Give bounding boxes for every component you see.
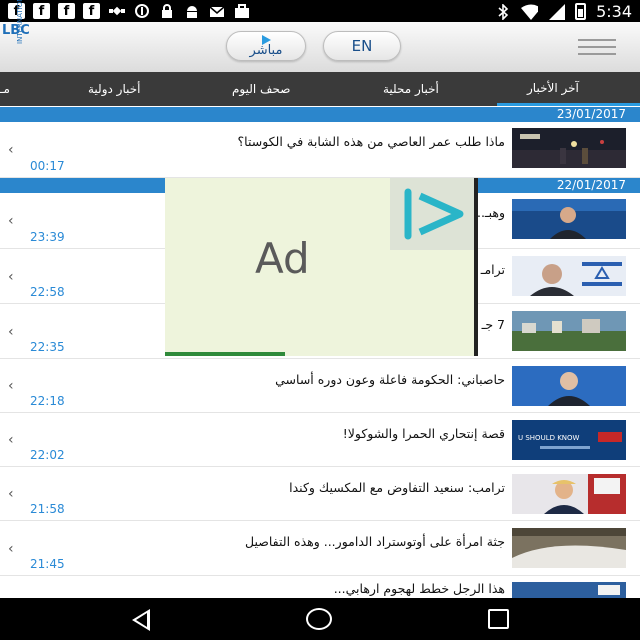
news-title: هذا الرجل خطط لهجوم ارهابي... xyxy=(333,581,505,596)
data-saver-icon xyxy=(133,3,150,19)
date-header: 23/01/2017 xyxy=(0,107,640,122)
chevron-left-icon: ‹ xyxy=(8,540,14,557)
news-title: حاصباني: الحكومة فاعلة وعون دوره أساسي xyxy=(275,372,505,387)
battery-icon xyxy=(575,3,587,20)
news-title: 7 جـ xyxy=(481,317,505,332)
news-title: ترامـ xyxy=(480,262,505,277)
news-thumbnail xyxy=(512,256,626,296)
app-header: LBC INTERNATIONAL مباشر EN xyxy=(0,0,640,72)
news-time: 22:18 xyxy=(30,394,65,408)
status-bar: f f f f 5:34 xyxy=(0,0,640,22)
briefcase-icon xyxy=(233,3,250,19)
news-thumbnail xyxy=(512,128,626,168)
news-title: ترامب: سنعيد التفاوض مع المكسيك وكندا xyxy=(289,480,505,495)
news-thumbnail xyxy=(512,366,626,406)
news-title: ماذا طلب عمر العاصي من هذه الشابة في الك… xyxy=(237,134,506,149)
tab-latest-news[interactable]: آخر الأخبار xyxy=(497,72,640,106)
tab-partial[interactable]: مـ xyxy=(0,72,10,106)
lbc-logo[interactable]: LBC INTERNATIONAL xyxy=(2,0,42,70)
system-nav-bar xyxy=(0,598,640,640)
news-time: 22:58 xyxy=(30,285,65,299)
bluetooth-icon xyxy=(494,3,511,20)
chevron-left-icon: ‹ xyxy=(8,323,14,340)
news-item[interactable]: جثة امرأة على أوتوستراد الدامور... وهذه … xyxy=(0,522,640,576)
chevron-left-icon: ‹ xyxy=(8,141,14,158)
tab-international-news[interactable]: أخبار دولية xyxy=(88,72,141,106)
news-thumbnail xyxy=(512,528,626,568)
news-thumbnail: U SHOULD KNOW xyxy=(512,420,626,460)
satellite-icon xyxy=(108,3,125,19)
news-thumbnail xyxy=(512,311,626,351)
news-item[interactable]: هذا الرجل خطط لهجوم ارهابي... xyxy=(0,577,640,599)
news-item[interactable]: ترامب: سنعيد التفاوض مع المكسيك وكندا 21… xyxy=(0,468,640,521)
facebook-icon: f xyxy=(33,3,50,19)
facebook-icon: f xyxy=(58,3,75,19)
news-thumbnail xyxy=(512,474,626,514)
news-thumbnail xyxy=(512,582,626,598)
hamburger-menu-icon[interactable] xyxy=(578,39,616,57)
news-title: جثة امرأة على أوتوستراد الدامور... وهذه … xyxy=(245,534,505,549)
news-time: 21:58 xyxy=(30,502,65,516)
app-root: f f f f 5:34 LBC INTERNATIONAL مباشر EN … xyxy=(0,0,640,640)
facebook-icon: f xyxy=(83,3,100,19)
lock-icon xyxy=(158,3,175,19)
chevron-left-icon: ‹ xyxy=(8,432,14,448)
ad-label: Ad xyxy=(255,234,310,283)
news-item[interactable]: ماذا طلب عمر العاصي من هذه الشابة في الك… xyxy=(0,122,640,178)
home-icon[interactable] xyxy=(306,608,332,630)
android-icon xyxy=(183,3,200,19)
news-time: 23:39 xyxy=(30,230,65,244)
thumbnail-label: U SHOULD KNOW xyxy=(518,434,580,442)
news-time: 00:17 xyxy=(30,159,65,173)
ad-overlay[interactable]: Ad xyxy=(165,178,478,356)
live-button[interactable]: مباشر xyxy=(226,31,306,61)
tab-today-papers[interactable]: صحف اليوم xyxy=(232,72,290,106)
news-time: 22:35 xyxy=(30,340,65,354)
chevron-left-icon: ‹ xyxy=(8,268,14,285)
chevron-left-icon: ‹ xyxy=(8,378,14,394)
news-time: 21:45 xyxy=(30,557,65,571)
language-button[interactable]: EN xyxy=(323,31,401,61)
category-tabs: مـ أخبار دولية صحف اليوم أخبار محلية آخر… xyxy=(0,72,640,106)
chevron-left-icon: ‹ xyxy=(8,486,14,502)
news-item[interactable]: حاصباني: الحكومة فاعلة وعون دوره أساسي 2… xyxy=(0,360,640,413)
status-time: 5:34 xyxy=(596,2,632,21)
chevron-left-icon: ‹ xyxy=(8,212,14,229)
live-label: مباشر xyxy=(249,42,283,58)
news-item[interactable]: U SHOULD KNOW قصة إنتحاري الحمرا والشوكو… xyxy=(0,414,640,467)
mail-icon xyxy=(208,3,225,19)
recent-apps-icon[interactable] xyxy=(488,609,509,629)
news-title: قصة إنتحاري الحمرا والشوكولا! xyxy=(342,426,505,441)
ad-progress-bar xyxy=(165,352,285,356)
back-icon[interactable] xyxy=(132,609,150,631)
wifi-icon xyxy=(521,4,539,20)
tab-local-news[interactable]: أخبار محلية xyxy=(383,72,439,106)
play-logo-icon xyxy=(390,178,474,250)
cellular-signal-icon xyxy=(548,3,565,20)
logo-subtext: INTERNATIONAL xyxy=(16,0,24,44)
news-thumbnail xyxy=(512,199,626,239)
news-time: 22:02 xyxy=(30,448,65,462)
